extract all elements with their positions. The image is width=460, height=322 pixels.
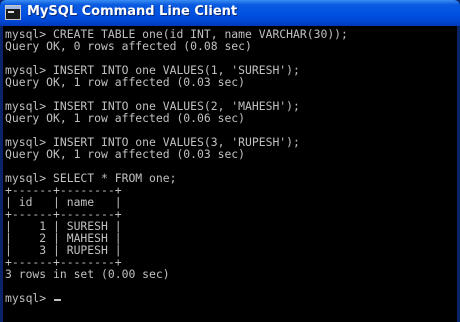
select-result-summary: 3 rows in set (0.00 sec) bbox=[5, 267, 170, 281]
console-output[interactable]: mysql> CREATE TABLE one(id INT, name VAR… bbox=[3, 26, 457, 322]
window-title: MySQL Command Line Client bbox=[27, 4, 238, 19]
insert-result-2: Query OK, 1 row affected (0.06 sec) bbox=[5, 111, 246, 125]
prompt-text: mysql> bbox=[5, 291, 54, 305]
create-table-result: Query OK, 0 rows affected (0.08 sec) bbox=[5, 39, 252, 53]
console-icon[interactable] bbox=[5, 5, 21, 20]
mysql-client-window: MySQL Command Line Client mysql> CREATE … bbox=[0, 0, 460, 322]
text-cursor bbox=[54, 299, 62, 301]
title-bar[interactable]: MySQL Command Line Client bbox=[0, 0, 460, 26]
insert-result-1: Query OK, 1 row affected (0.03 sec) bbox=[5, 75, 246, 89]
prompt-line[interactable]: mysql> bbox=[5, 291, 62, 305]
insert-result-3: Query OK, 1 row affected (0.03 sec) bbox=[5, 147, 246, 161]
